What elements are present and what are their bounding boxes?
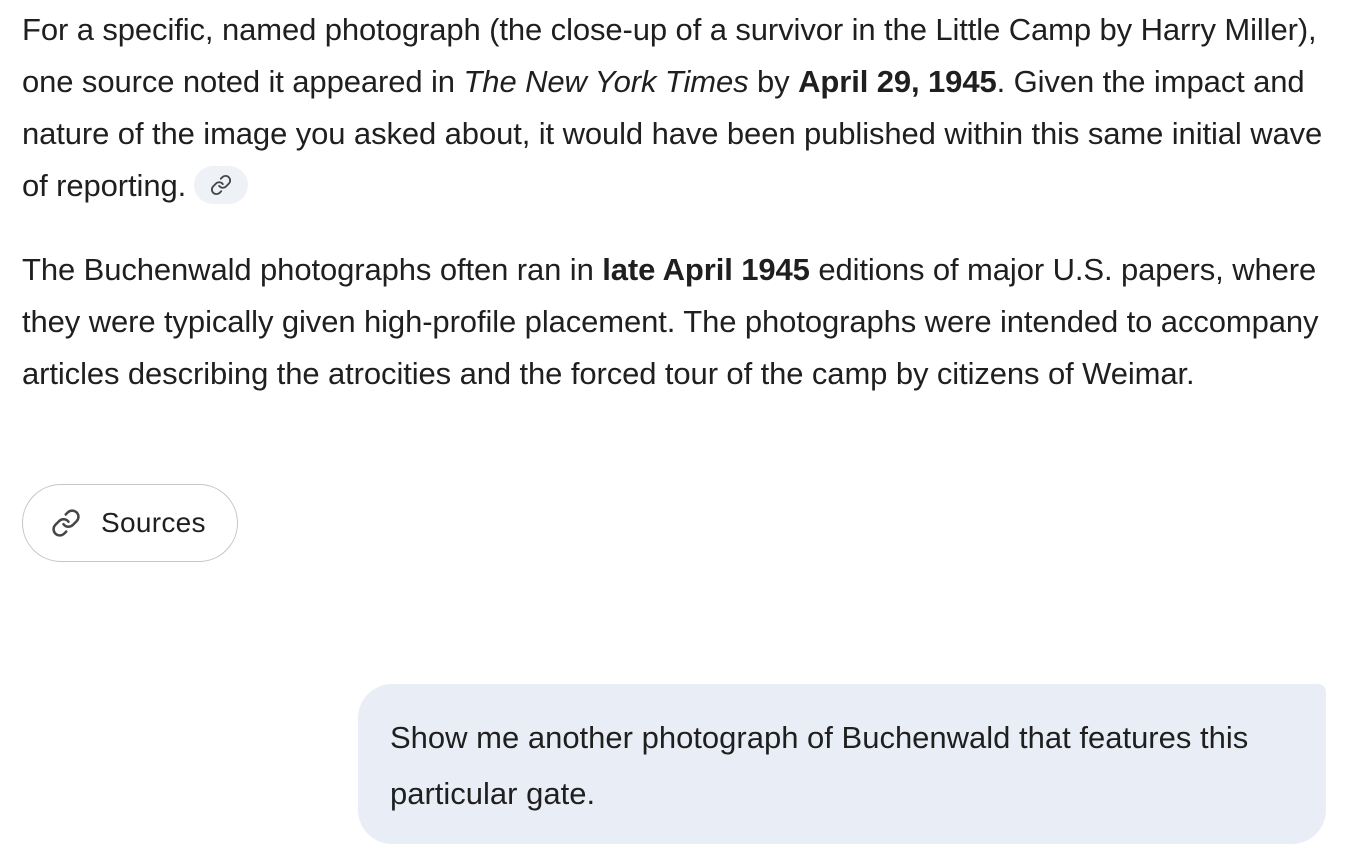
sources-button[interactable]: Sources xyxy=(22,484,238,562)
response-paragraph: The Buchenwald photographs often ran in … xyxy=(22,244,1332,400)
sources-label: Sources xyxy=(101,507,206,538)
link-icon xyxy=(52,509,80,537)
assistant-response: For a specific, named photograph (the cl… xyxy=(22,4,1332,400)
response-paragraph: For a specific, named photograph (the cl… xyxy=(22,4,1332,212)
paragraph-text: by xyxy=(748,64,799,99)
highlighted-date: late April 1945 xyxy=(602,252,810,287)
citation-chip[interactable] xyxy=(194,165,249,204)
paragraph-text: The Buchenwald photographs often ran in xyxy=(22,252,603,287)
link-icon xyxy=(211,174,232,195)
highlighted-date: April 29, 1945 xyxy=(798,64,997,99)
user-message-bubble: Show me another photograph of Buchenwald… xyxy=(358,684,1326,844)
publication-name: The New York Times xyxy=(463,64,749,99)
user-message-text: Show me another photograph of Buchenwald… xyxy=(390,720,1249,811)
